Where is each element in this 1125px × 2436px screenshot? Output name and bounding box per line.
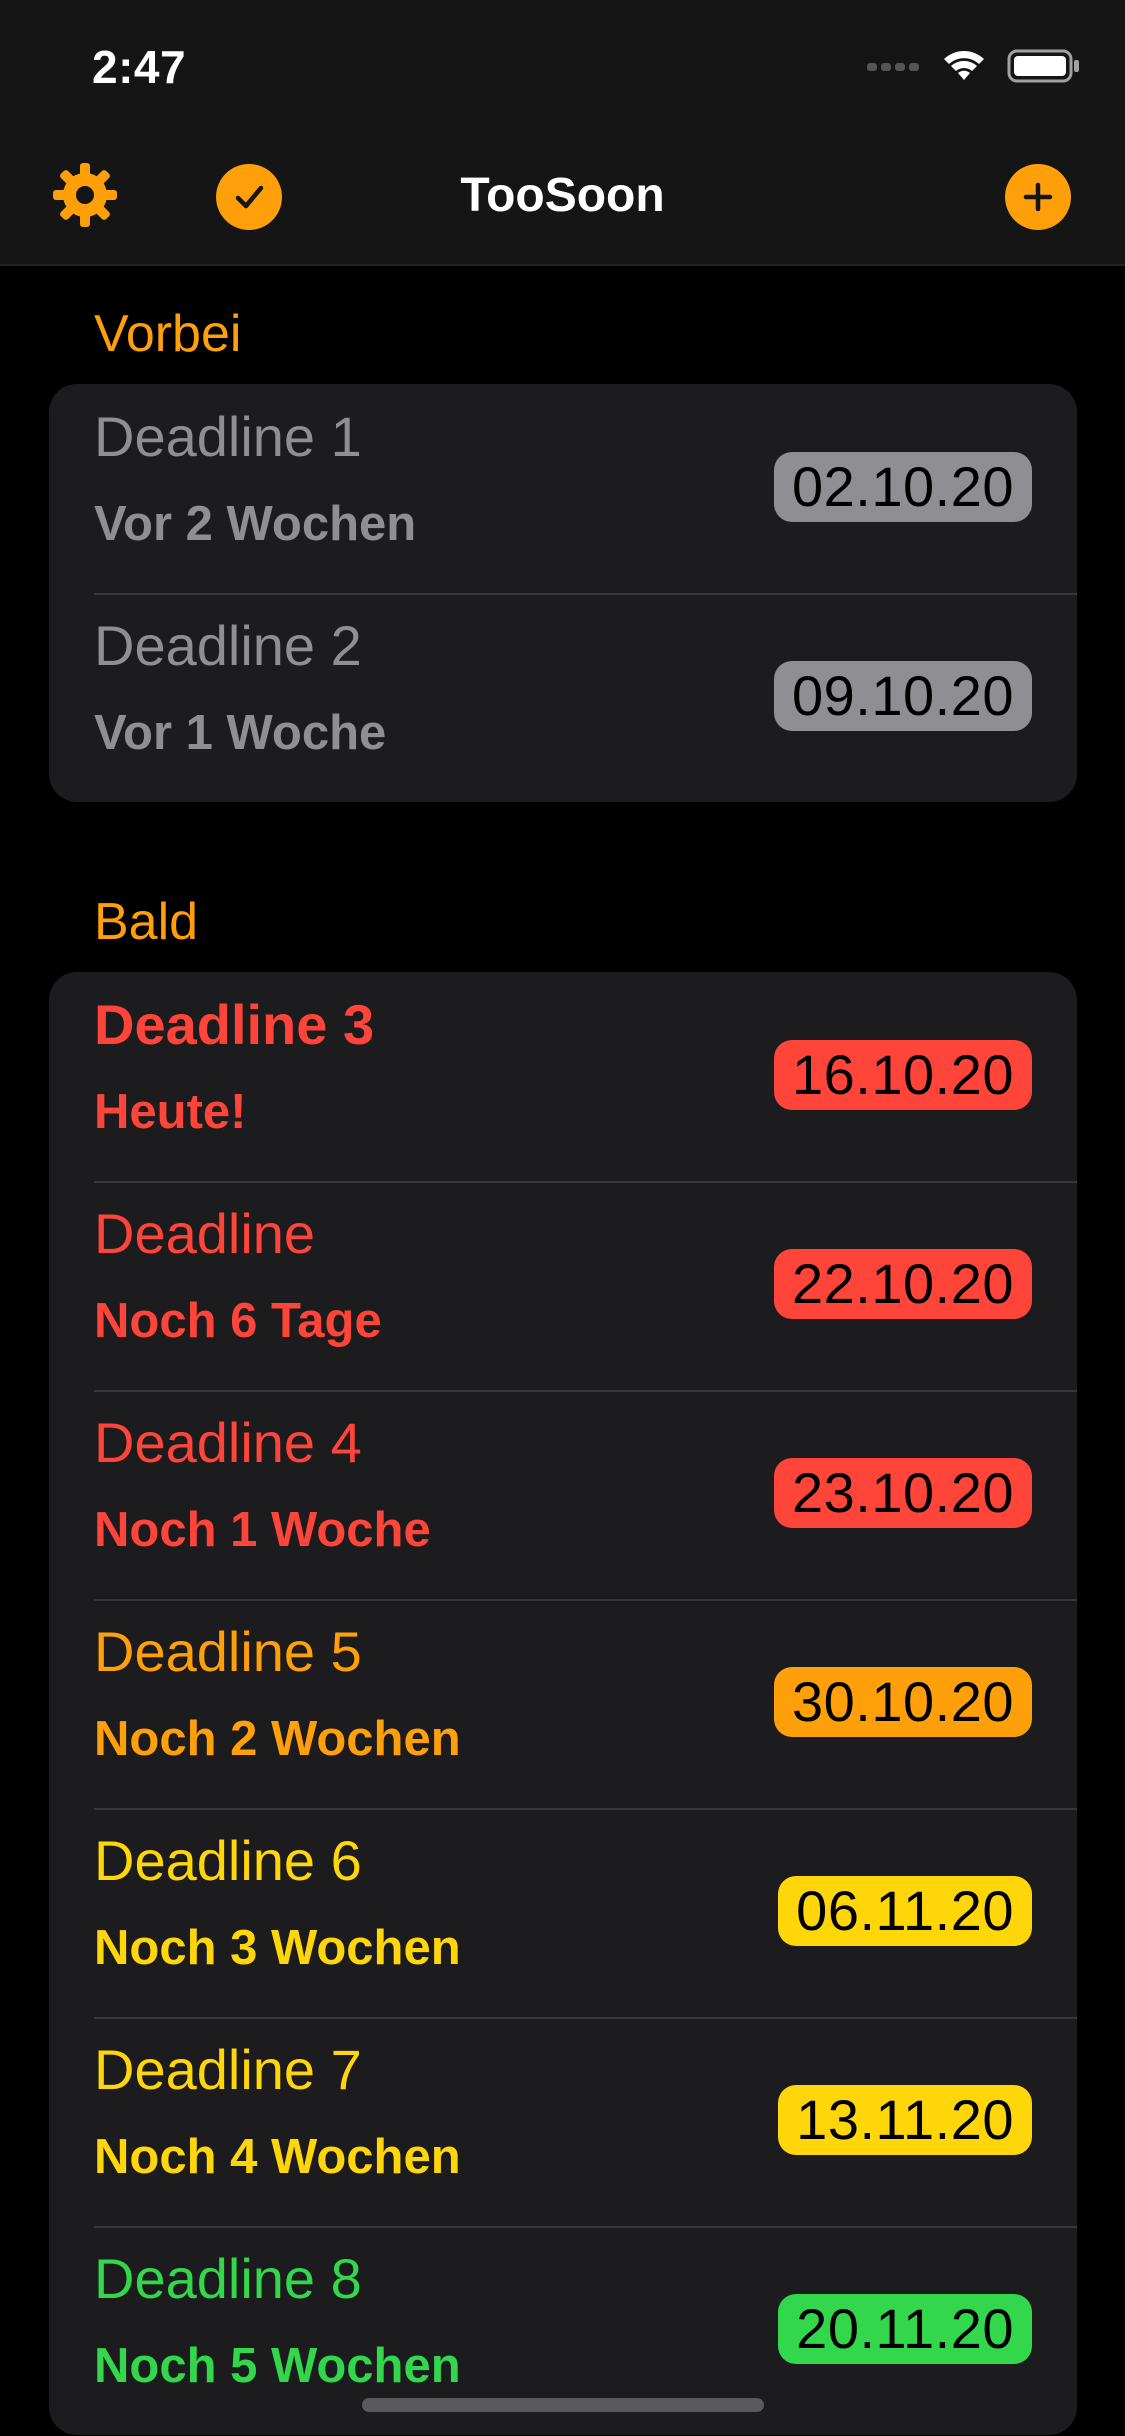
signal-icon — [867, 59, 921, 78]
deadline-date-badge: 06.11.20 — [778, 1876, 1032, 1946]
list-item[interactable]: Deadline 7 Noch 4 Wochen 13.11.20 — [49, 2017, 1077, 2226]
deadline-relative-time: Vor 1 Woche — [94, 706, 387, 760]
status-time: 2:47 — [92, 41, 187, 93]
deadline-relative-time: Heute! — [94, 1085, 247, 1139]
deadline-title: Deadline 1 — [94, 405, 362, 468]
deadline-date-badge: 13.11.20 — [778, 2085, 1032, 2155]
deadline-date-badge: 02.10.20 — [774, 452, 1032, 522]
deadline-relative-time: Noch 3 Wochen — [94, 1921, 461, 1975]
list-item[interactable]: Deadline 5 Noch 2 Wochen 30.10.20 — [49, 1599, 1077, 1808]
status-bar: 2:47 — [0, 0, 1125, 132]
plus-icon — [1005, 164, 1071, 230]
list-item[interactable]: Deadline 2 Vor 1 Woche 09.10.20 — [49, 593, 1077, 802]
deadline-relative-time: Noch 1 Woche — [94, 1503, 431, 1557]
deadline-date-badge: 30.10.20 — [774, 1667, 1032, 1737]
page-title: TooSoon — [460, 169, 665, 222]
add-deadline-button[interactable] — [1003, 162, 1073, 232]
deadline-date-badge: 23.10.20 — [774, 1458, 1032, 1528]
wifi-icon — [941, 48, 987, 89]
section-header-past: Vorbei — [94, 305, 242, 363]
home-indicator[interactable] — [362, 2398, 764, 2412]
deadline-relative-time: Noch 5 Wochen — [94, 2339, 461, 2393]
nav-bar: TooSoon — [0, 132, 1125, 266]
deadline-date-badge: 22.10.20 — [774, 1249, 1032, 1319]
deadline-relative-time: Noch 2 Wochen — [94, 1712, 461, 1766]
deadline-title: Deadline — [94, 1202, 316, 1265]
list-item[interactable]: Deadline Noch 6 Tage 22.10.20 — [49, 1181, 1077, 1390]
deadline-title: Deadline 7 — [94, 2038, 362, 2101]
status-icons — [867, 48, 1081, 89]
deadline-title: Deadline 2 — [94, 614, 362, 677]
deadline-title: Deadline 5 — [94, 1620, 362, 1683]
section-header-soon: Bald — [94, 893, 199, 951]
deadline-title: Deadline 3 — [94, 993, 375, 1056]
list-item[interactable]: Deadline 3 Heute! 16.10.20 — [49, 972, 1077, 1181]
deadline-date-badge: 16.10.20 — [774, 1040, 1032, 1110]
deadline-relative-time: Noch 6 Tage — [94, 1294, 382, 1348]
deadline-title: Deadline 4 — [94, 1411, 362, 1474]
deadline-date-badge: 09.10.20 — [774, 661, 1032, 731]
battery-icon — [1007, 48, 1081, 89]
list-item[interactable]: Deadline 6 Noch 3 Wochen 06.11.20 — [49, 1808, 1077, 2017]
upcoming-deadlines-group: Deadline 3 Heute! 16.10.20 Deadline Noch… — [49, 972, 1077, 2435]
list-item[interactable]: Deadline 4 Noch 1 Woche 23.10.20 — [49, 1390, 1077, 1599]
deadline-relative-time: Vor 2 Wochen — [94, 497, 417, 551]
deadline-list[interactable]: Vorbei Deadline 1 Vor 2 Wochen 02.10.20 … — [0, 266, 1125, 2435]
list-item[interactable]: Deadline 1 Vor 2 Wochen 02.10.20 — [49, 384, 1077, 593]
deadline-relative-time: Noch 4 Wochen — [94, 2130, 461, 2184]
deadline-date-badge: 20.11.20 — [778, 2294, 1032, 2364]
past-deadlines-group: Deadline 1 Vor 2 Wochen 02.10.20 Deadlin… — [49, 384, 1077, 802]
deadline-title: Deadline 6 — [94, 1829, 362, 1892]
deadline-title: Deadline 8 — [94, 2247, 362, 2310]
